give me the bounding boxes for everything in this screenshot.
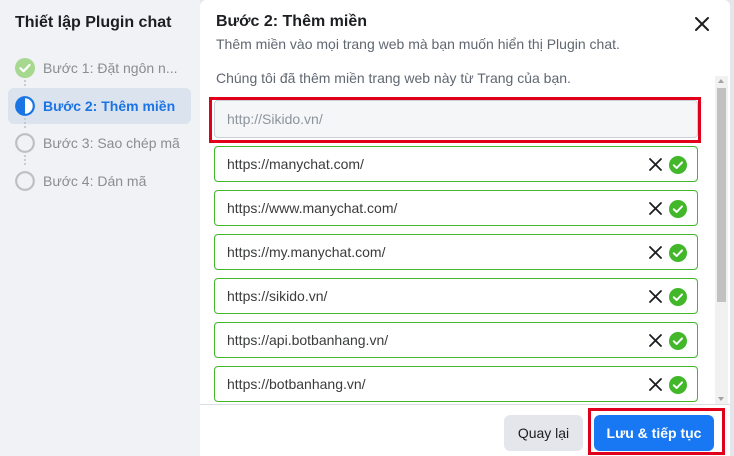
empty-circle-icon (15, 133, 35, 153)
verified-check-icon (669, 332, 687, 350)
empty-circle-icon (15, 171, 35, 191)
domain-row: https://botbanhang.vn/ (214, 366, 698, 402)
domain-url: https://botbanhang.vn/ (227, 376, 366, 392)
domain-url: https://manychat.com/ (227, 156, 364, 172)
domain-url: https://sikido.vn/ (227, 288, 328, 304)
verified-check-icon (669, 156, 687, 174)
add-domain-panel: Bước 2: Thêm miền Thêm miền vào mọi tran… (200, 0, 730, 456)
domain-row: https://sikido.vn/ (214, 278, 698, 314)
check-circle-icon (15, 58, 35, 78)
half-circle-icon (15, 96, 35, 116)
step-3-label: Bước 3: Sao chép mã (43, 135, 180, 151)
scroll-up-arrow-icon[interactable] (718, 79, 724, 83)
domain-url: https://api.botbanhang.vn/ (227, 332, 389, 348)
close-icon[interactable] (692, 14, 712, 34)
step-2-label: Bước 2: Thêm miền (43, 98, 176, 114)
domains-intro-text: Chúng tôi đã thêm miền trang web này từ … (216, 70, 571, 86)
step-2-item[interactable]: Bước 2: Thêm miền (8, 88, 191, 124)
remove-domain-icon[interactable] (648, 333, 663, 348)
step-3-item[interactable]: Bước 3: Sao chép mã (8, 125, 191, 161)
verified-check-icon (669, 244, 687, 262)
panel-footer: Quay lại Lưu & tiếp tục (200, 404, 730, 456)
domain-list-area: Chúng tôi đã thêm miền trang web này từ … (200, 62, 730, 404)
remove-domain-icon[interactable] (648, 157, 663, 172)
scroll-down-arrow-icon[interactable] (718, 397, 724, 401)
back-button[interactable]: Quay lại (504, 415, 583, 451)
verified-check-icon (669, 200, 687, 218)
domain-url: https://www.manychat.com/ (227, 200, 398, 216)
step-1-label: Bước 1: Đặt ngôn n... (43, 60, 178, 76)
domain-list-scrollbar[interactable] (715, 76, 728, 404)
domain-row: https://www.manychat.com/ (214, 190, 698, 226)
remove-domain-icon[interactable] (648, 377, 663, 392)
remove-domain-icon[interactable] (648, 245, 663, 260)
step-1-item[interactable]: Bước 1: Đặt ngôn n... (8, 50, 191, 86)
remove-domain-icon[interactable] (648, 201, 663, 216)
domain-row: https://manychat.com/ (214, 146, 698, 182)
scrollbar-thumb[interactable] (717, 88, 726, 302)
save-continue-button[interactable]: Lưu & tiếp tục (594, 415, 714, 451)
domain-url: https://my.manychat.com/ (227, 244, 386, 260)
panel-title: Bước 2: Thêm miền (216, 13, 367, 30)
domain-row: https://api.botbanhang.vn/ (214, 322, 698, 358)
verified-check-icon (669, 376, 687, 394)
domain-row: https://my.manychat.com/ (214, 234, 698, 270)
sidebar-title: Thiết lập Plugin chat (15, 14, 172, 31)
panel-subtitle: Thêm miền vào mọi trang web mà bạn muốn … (216, 36, 620, 52)
setup-sidebar: Thiết lập Plugin chat Bước 1: Đặt ngôn n… (0, 0, 200, 456)
verified-check-icon (669, 288, 687, 306)
step-4-item[interactable]: Bước 4: Dán mã (8, 163, 191, 199)
step-4-label: Bước 4: Dán mã (43, 173, 147, 189)
new-domain-input[interactable] (214, 100, 698, 138)
remove-domain-icon[interactable] (648, 289, 663, 304)
